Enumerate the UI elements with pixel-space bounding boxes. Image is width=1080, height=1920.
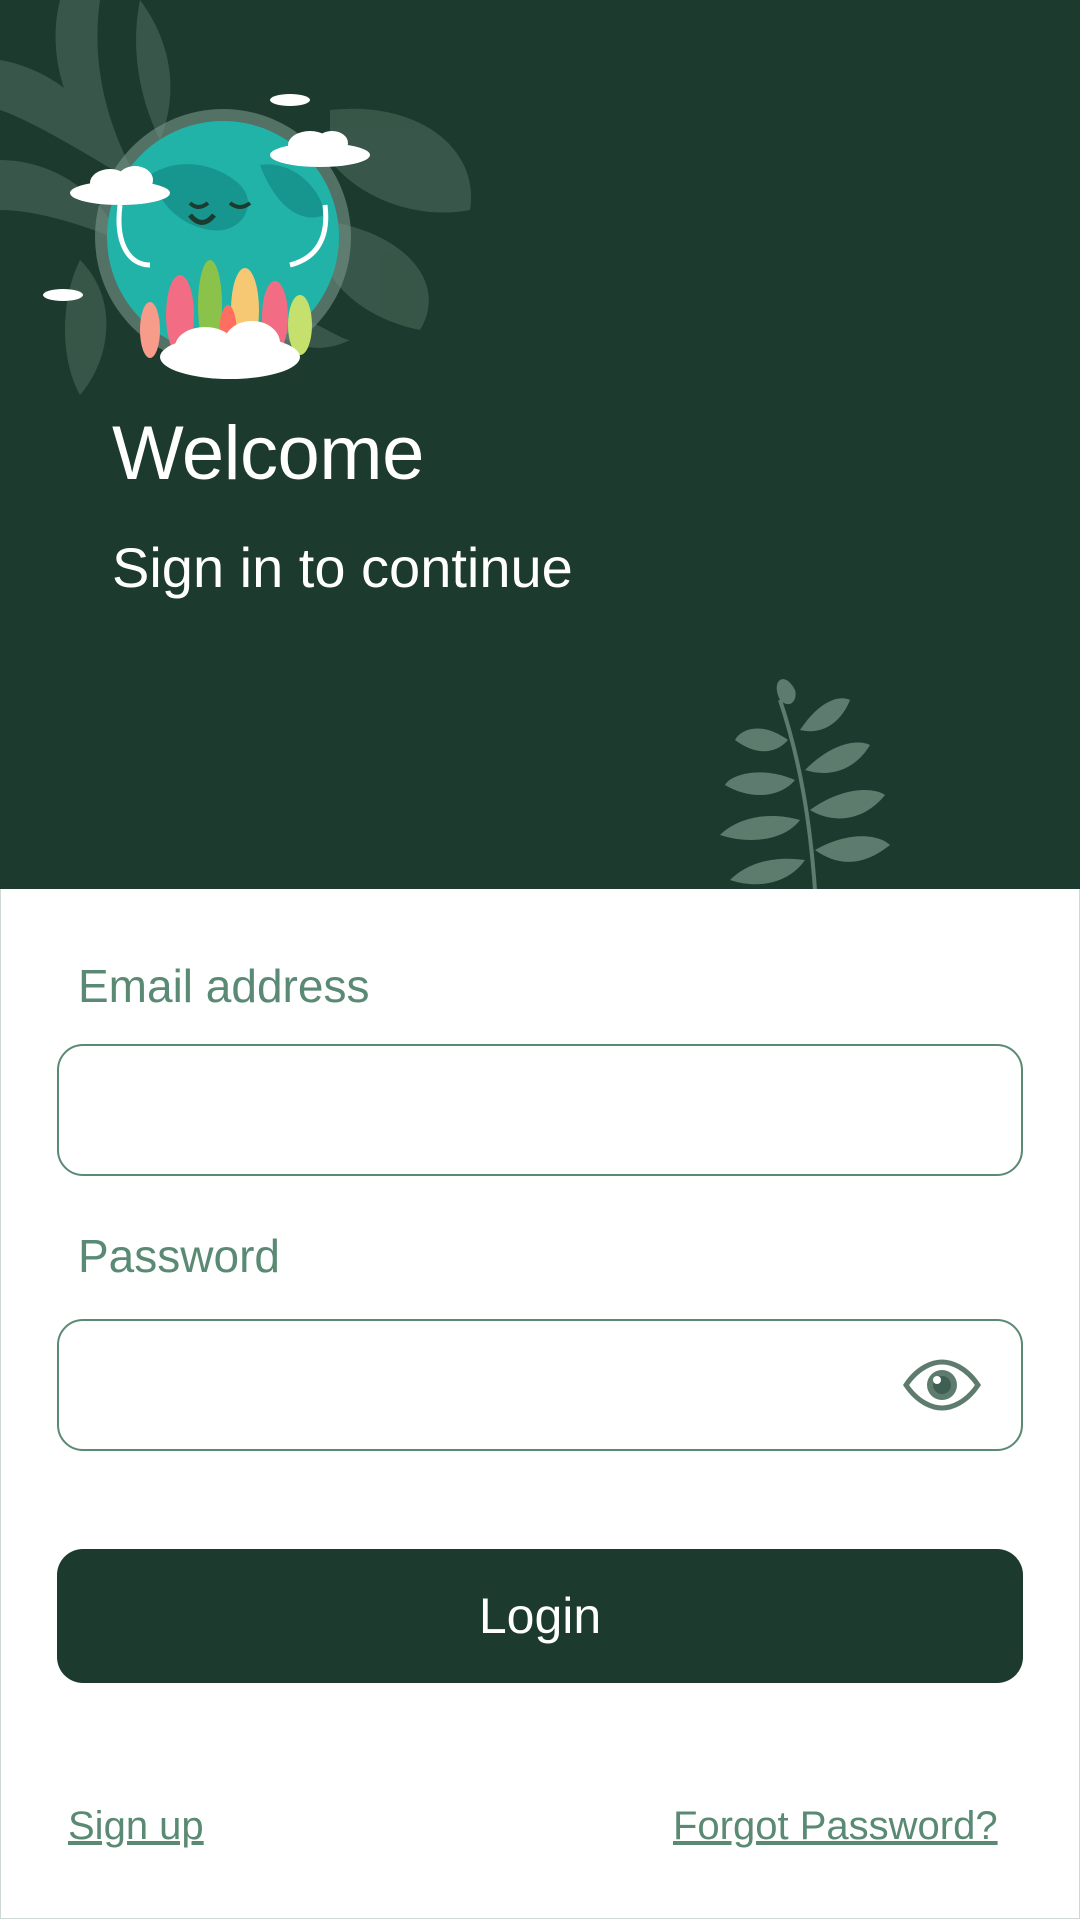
password-input[interactable] <box>83 1321 947 1451</box>
password-label: Password <box>78 1230 280 1282</box>
page-title: Welcome <box>112 411 424 496</box>
password-field[interactable] <box>57 1319 1023 1451</box>
leaf-decoration-bottom <box>720 679 890 889</box>
email-label: Email address <box>78 960 370 1012</box>
eye-icon[interactable] <box>903 1359 981 1411</box>
header-banner: Welcome Sign in to continue <box>0 0 1080 889</box>
page-subtitle: Sign in to continue <box>112 536 573 599</box>
earth-illustration <box>40 85 380 385</box>
login-form: Email address Password Login Sign up For… <box>0 889 1080 1919</box>
login-button[interactable]: Login <box>57 1549 1023 1683</box>
email-input[interactable] <box>83 1046 947 1176</box>
email-field[interactable] <box>57 1044 1023 1176</box>
signup-link[interactable]: Sign up <box>68 1804 204 1849</box>
forgot-password-link[interactable]: Forgot Password? <box>673 1804 998 1849</box>
